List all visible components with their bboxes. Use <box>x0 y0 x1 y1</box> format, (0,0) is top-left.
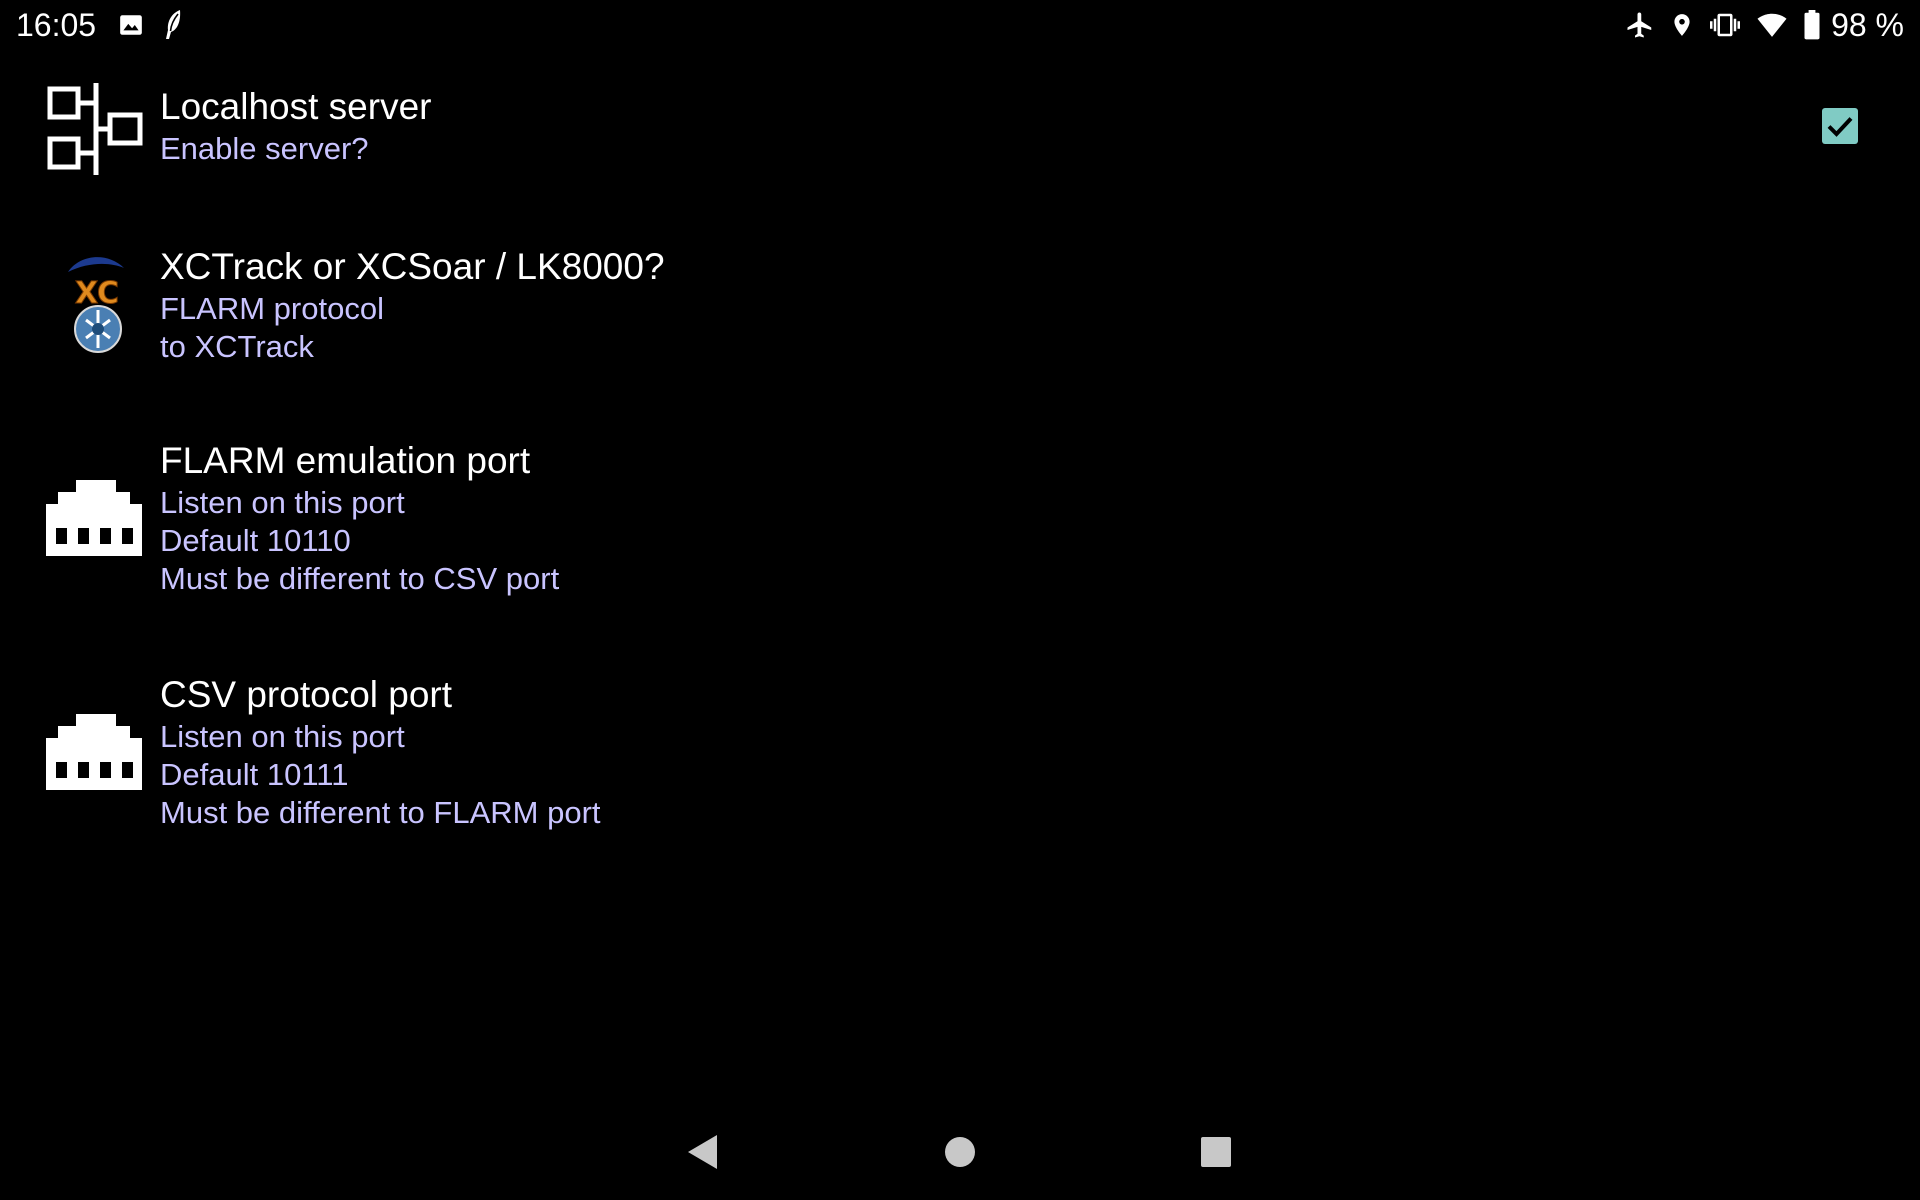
pref-summary: Enable server? <box>160 131 369 166</box>
pref-summary-line: Must be different to FLARM port <box>160 795 601 830</box>
airplane-mode-icon <box>1625 10 1655 40</box>
nav-back-button[interactable] <box>662 1112 742 1192</box>
pref-csv-port[interactable]: CSV protocol port Listen on this port De… <box>0 666 1920 836</box>
status-right-icons: 98 % <box>1625 6 1904 44</box>
pref-flarm-port[interactable]: FLARM emulation port Listen on this port… <box>0 432 1920 602</box>
enable-server-checkbox[interactable] <box>1822 108 1858 144</box>
navigation-bar <box>0 1112 1920 1192</box>
nav-home-button[interactable] <box>920 1112 1000 1192</box>
notification-feather-icon <box>162 8 186 42</box>
recents-icon <box>1201 1137 1231 1167</box>
screen: 16:05 98 % Localhost server Enable serve… <box>0 0 1920 1200</box>
wifi-icon <box>1755 10 1789 40</box>
pref-title: Localhost server <box>160 86 432 127</box>
pref-summary-line: Listen on this port <box>160 719 405 754</box>
vibrate-icon <box>1709 10 1741 40</box>
location-icon <box>1669 10 1695 40</box>
status-bar: 16:05 98 % <box>0 0 1920 50</box>
pref-summary-line: Default 10110 <box>160 523 351 558</box>
image-icon <box>118 12 144 38</box>
pref-title: CSV protocol port <box>160 674 453 715</box>
status-time: 16:05 <box>16 7 97 43</box>
back-icon <box>688 1135 717 1169</box>
xc-logo-icon: XC <box>58 250 138 354</box>
pref-summary-line: FLARM protocol <box>160 291 384 326</box>
ethernet-port-icon <box>46 480 146 580</box>
nav-recents-button[interactable] <box>1176 1112 1256 1192</box>
network-tree-icon <box>46 81 146 181</box>
pref-localhost-server[interactable]: Localhost server Enable server? <box>0 78 1920 198</box>
home-icon <box>945 1137 975 1167</box>
pref-title: FLARM emulation port <box>160 440 531 481</box>
pref-summary-line: to XCTrack <box>160 329 314 364</box>
pref-protocol-choice[interactable]: XC XCTrack or XCSoar / LK8000? FLARM pro… <box>0 236 1920 376</box>
pref-summary-line: Must be different to CSV port <box>160 561 560 596</box>
status-left-icons <box>118 8 186 42</box>
pref-summary-line: Default 10111 <box>160 757 349 792</box>
ethernet-port-icon <box>46 714 146 814</box>
pref-summary-line: Listen on this port <box>160 485 405 520</box>
battery-icon <box>1803 10 1821 40</box>
pref-title: XCTrack or XCSoar / LK8000? <box>160 246 665 287</box>
battery-percent: 98 % <box>1831 7 1904 43</box>
